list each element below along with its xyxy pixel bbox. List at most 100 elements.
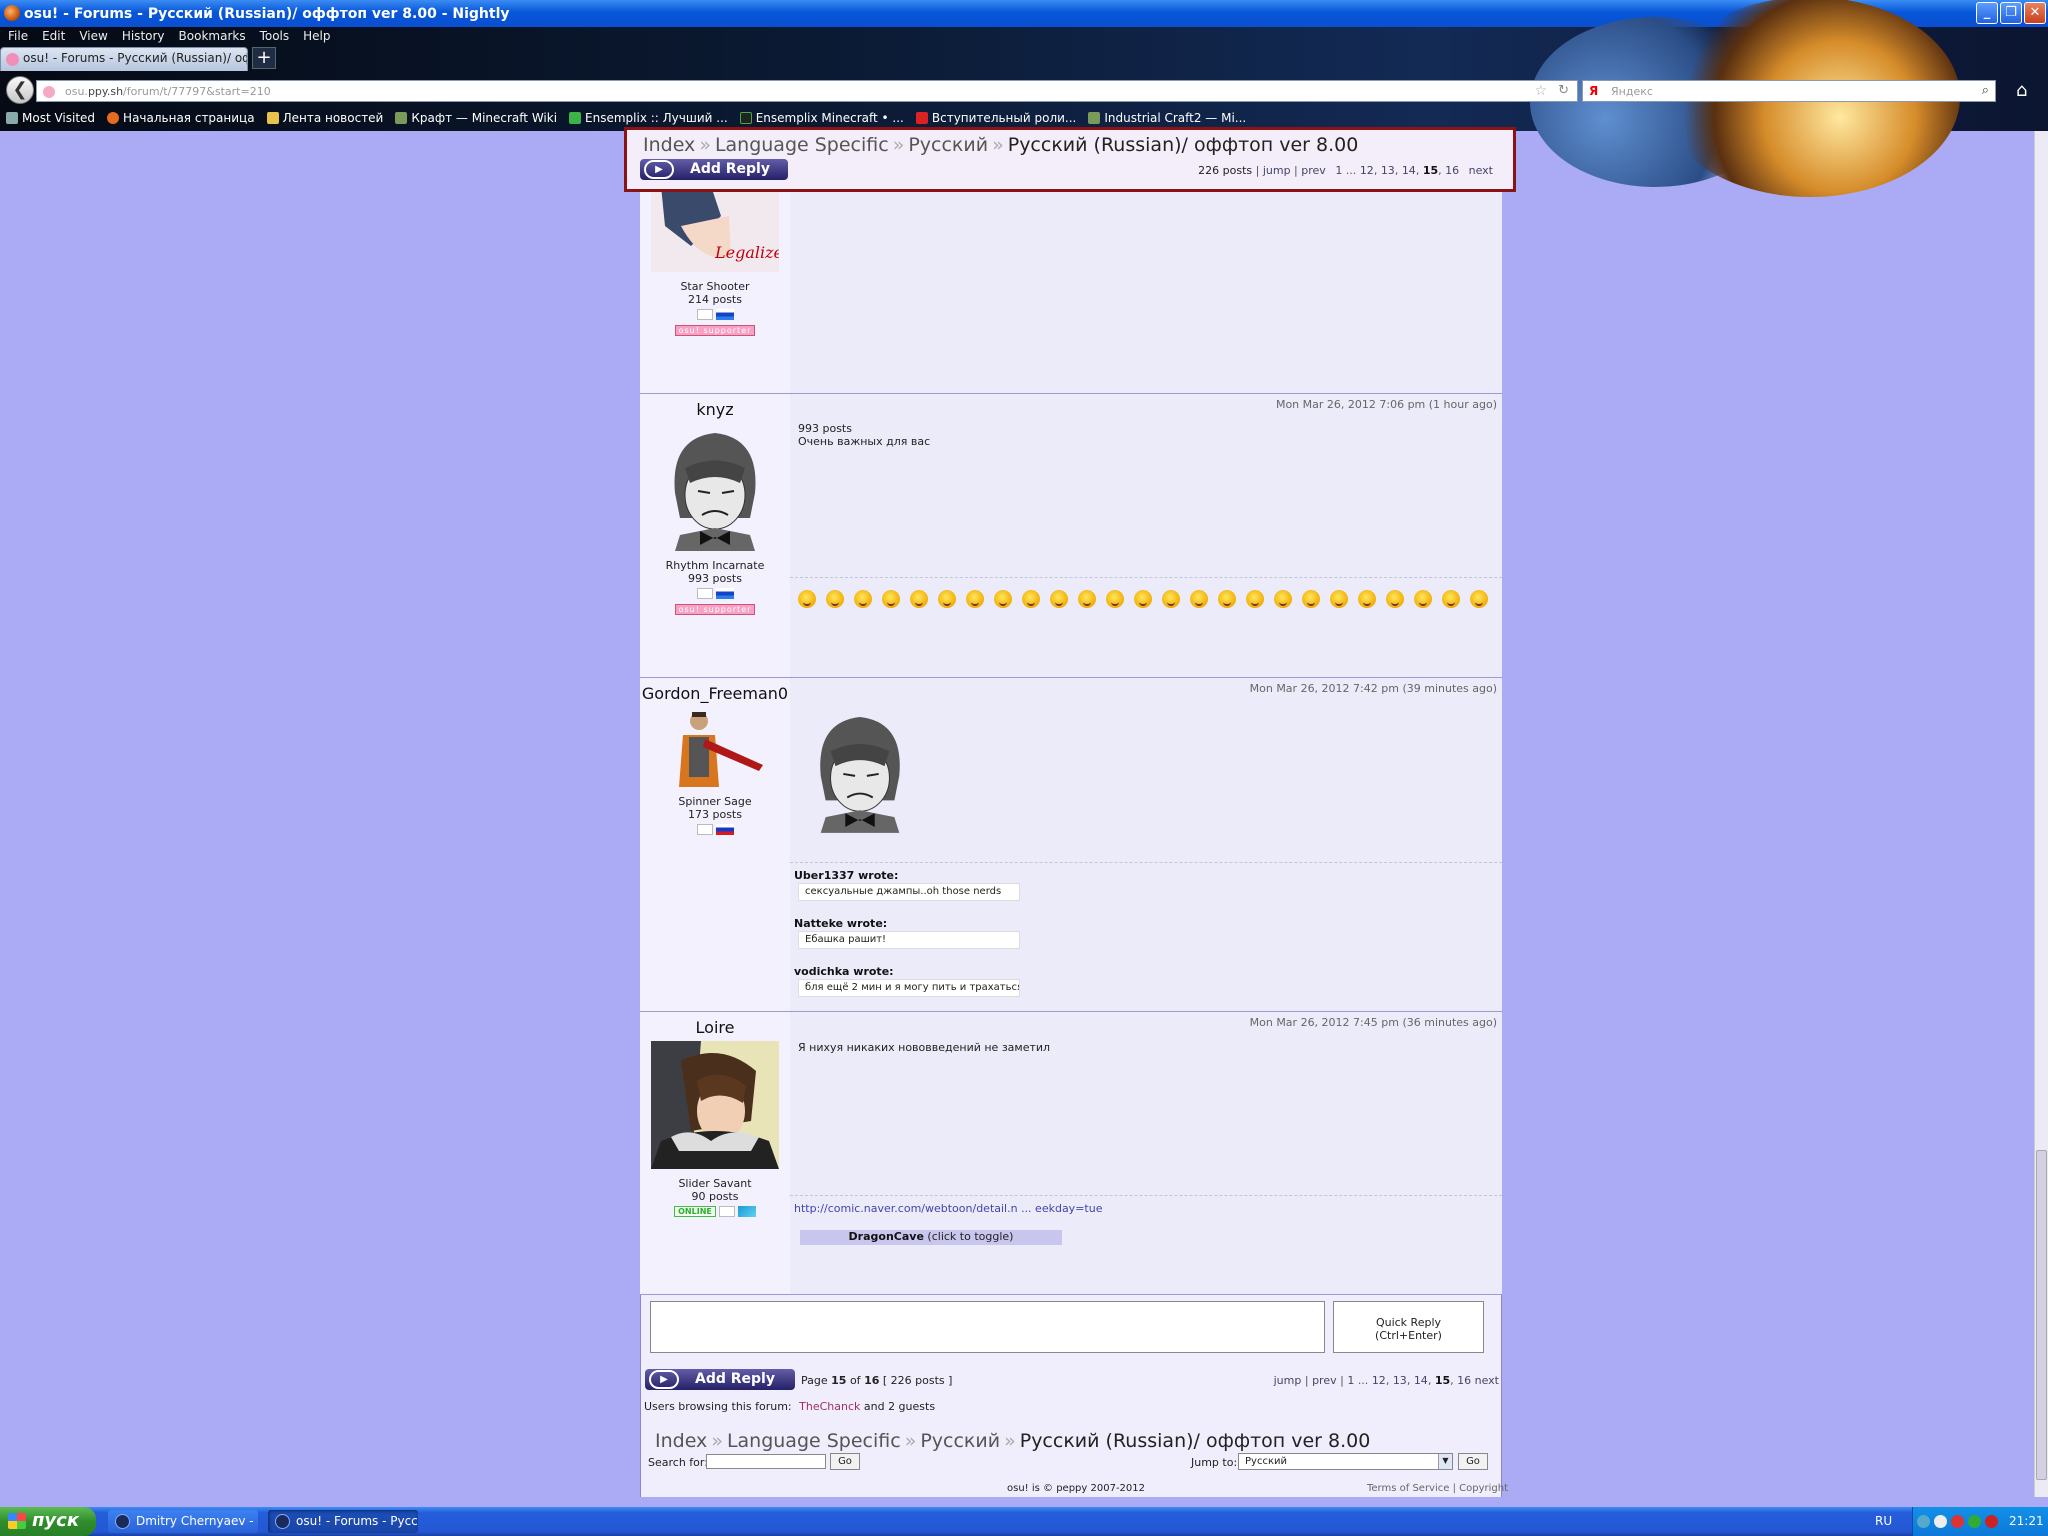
smiley-icon — [966, 590, 984, 608]
site-identity-icon[interactable] — [43, 86, 55, 98]
new-tab-button[interactable]: + — [252, 47, 276, 69]
quick-reply-button[interactable]: Quick Reply (Ctrl+Enter) — [1333, 1301, 1484, 1353]
breadcrumb-language-specific[interactable]: Language Specific — [727, 1430, 901, 1452]
author-name[interactable]: Gordon_Freeman0 — [640, 684, 790, 703]
bookmark-ensemplix[interactable]: Ensemplix :: Лучший ... — [569, 111, 728, 125]
post-timestamp: Mon Mar 26, 2012 7:42 pm (39 minutes ago… — [1249, 682, 1497, 695]
dragoncave-toggle[interactable]: DragonCave (click to toggle) — [800, 1230, 1062, 1245]
home-icon[interactable]: ⌂ — [2016, 80, 2027, 101]
network-icon[interactable] — [1917, 1515, 1930, 1528]
taskbar-item-osu-forums[interactable]: osu! - Forums - Русск... — [268, 1510, 418, 1533]
start-button[interactable]: пуск — [0, 1507, 96, 1536]
pagination-page-13[interactable]: 13 — [1381, 164, 1395, 177]
breadcrumb-russian[interactable]: Русский — [920, 1430, 1000, 1452]
volume-icon[interactable] — [1934, 1515, 1947, 1528]
smiley-icon — [1050, 590, 1068, 608]
pagination-next[interactable]: next — [1475, 1374, 1499, 1387]
bookmark-intro-video[interactable]: Вступительный роли... — [915, 111, 1076, 125]
menu-tools[interactable]: Tools — [260, 29, 290, 43]
pagination-page-14[interactable]: 14 — [1402, 164, 1416, 177]
url-bar[interactable]: osu.ppy.sh/forum/t/77797&start=210 ☆ ↻ — [36, 80, 1578, 102]
breadcrumb-russian[interactable]: Русский — [908, 134, 988, 156]
menu-edit[interactable]: Edit — [42, 29, 65, 43]
author-name[interactable]: knyz — [640, 400, 790, 419]
breadcrumb-topic[interactable]: Русский (Russian)/ оффтоп ver 8.00 — [1008, 134, 1359, 156]
jump-to-select[interactable]: Русский ▼ — [1238, 1453, 1453, 1470]
pagination-page-16[interactable]: 16 — [1457, 1374, 1471, 1387]
mail-icon[interactable] — [718, 1206, 735, 1217]
close-button[interactable]: ✕ — [2024, 2, 2046, 24]
pagination-prev[interactable]: prev — [1312, 1374, 1337, 1387]
menu-view[interactable]: View — [79, 29, 107, 43]
bookmark-start-page[interactable]: Начальная страница — [107, 111, 255, 125]
nightly-icon — [115, 1514, 130, 1529]
quick-reply-shortcut: (Ctrl+Enter) — [1375, 1329, 1442, 1342]
star-icon[interactable]: ☆ — [1534, 83, 1547, 99]
pagination-page-14[interactable]: 14 — [1414, 1374, 1428, 1387]
pagination-page-12[interactable]: 12 — [1360, 164, 1374, 177]
bookmark-minecraft-wiki[interactable]: Крафт — Minecraft Wiki — [395, 111, 557, 125]
quote-author: Natteke wrote: — [794, 917, 888, 930]
browsing-user-link[interactable]: TheChanck — [799, 1400, 860, 1413]
bookmark-news-feed[interactable]: Лента новостей — [266, 111, 383, 125]
menu-file[interactable]: File — [8, 29, 28, 43]
menu-bookmarks[interactable]: Bookmarks — [179, 29, 246, 43]
menu-help[interactable]: Help — [303, 29, 330, 43]
pagination-page-16[interactable]: 16 — [1445, 164, 1459, 177]
utorrent-icon[interactable] — [1968, 1515, 1981, 1528]
breadcrumb-language-specific[interactable]: Language Specific — [715, 134, 889, 156]
smiley-icon — [1330, 590, 1348, 608]
minimize-button[interactable]: _ — [1976, 2, 1998, 24]
flag-icon — [737, 1206, 756, 1217]
scrollbar-thumb[interactable] — [2036, 1150, 2047, 1480]
add-reply-button-top[interactable]: ▶ Add Reply — [640, 159, 788, 180]
bookmark-label: Ensemplix :: Лучший ... — [585, 111, 728, 125]
add-reply-button-bottom[interactable]: ▶ Add Reply — [645, 1369, 795, 1390]
search-go-button[interactable]: Go — [830, 1453, 860, 1470]
back-button[interactable]: ❮ — [6, 76, 34, 104]
language-indicator[interactable]: RU — [1875, 1507, 1892, 1536]
signature-link[interactable]: http://comic.naver.com/webtoon/detail.n … — [794, 1202, 1102, 1215]
pagination-jump[interactable]: jump — [1263, 164, 1291, 177]
pagination-page-1[interactable]: 1 — [1335, 164, 1342, 177]
bookmark-most-visited[interactable]: Most Visited — [6, 111, 95, 125]
terms-link[interactable]: Terms of Service — [1367, 1483, 1449, 1494]
bookmark-ensemplix-minecraft[interactable]: Ensemplix Minecraft • ... — [739, 111, 904, 125]
quick-reply-textarea[interactable] — [650, 1301, 1325, 1353]
mail-icon[interactable] — [696, 824, 713, 835]
copyright-link[interactable]: Copyright — [1459, 1483, 1508, 1494]
jump-go-button[interactable]: Go — [1458, 1453, 1488, 1470]
pagination-page-12[interactable]: 12 — [1372, 1374, 1386, 1387]
forum-search-input[interactable] — [706, 1454, 826, 1469]
pagination-jump[interactable]: jump — [1274, 1374, 1302, 1387]
yandex-icon[interactable]: Я — [1589, 84, 1598, 98]
topic-header-highlight: Index» Language Specific» Русский» Русский … — [624, 127, 1516, 192]
acrobat-icon[interactable] — [1985, 1515, 1998, 1528]
post-body: Mon Mar 26, 2012 7:45 pm (36 minutes ago… — [790, 1012, 1502, 1294]
supporter-badge: osu! supporter — [674, 325, 756, 336]
system-tray: RU 21:21 — [1875, 1507, 2048, 1536]
pagination-page-13[interactable]: 13 — [1393, 1374, 1407, 1387]
maximize-button[interactable]: ❐ — [2000, 2, 2022, 24]
pagination-ellipsis: ... — [1345, 164, 1357, 177]
search-bar[interactable]: Я Яндекс ⌕ — [1582, 80, 1996, 102]
taskbar-item-nightly-chat[interactable]: Dmitry Chernyaev - N... — [108, 1510, 258, 1533]
menu-history[interactable]: History — [122, 29, 165, 43]
pagination-next[interactable]: next — [1469, 164, 1493, 177]
clock[interactable]: 21:21 — [2009, 1507, 2044, 1536]
smiley-icon — [1274, 590, 1292, 608]
author-name[interactable]: Loire — [640, 1018, 790, 1037]
breadcrumb-topic[interactable]: Русский (Russian)/ оффтоп ver 8.00 — [1020, 1430, 1371, 1452]
reload-icon[interactable]: ↻ — [1558, 83, 1569, 98]
pagination-page-1[interactable]: 1 — [1347, 1374, 1354, 1387]
tab-osu-forums[interactable]: osu! - Forums - Русский (Russian)/ оффто… — [0, 47, 248, 71]
bookmark-industrial-craft[interactable]: Industrial Craft2 — Mi... — [1088, 111, 1246, 125]
smiley-icon — [854, 590, 872, 608]
mail-icon[interactable] — [696, 309, 713, 320]
breadcrumb-index[interactable]: Index — [655, 1430, 707, 1452]
pagination-prev[interactable]: prev — [1301, 164, 1326, 177]
search-icon[interactable]: ⌕ — [1982, 83, 1989, 98]
antivirus-icon[interactable] — [1951, 1515, 1964, 1528]
breadcrumb-index[interactable]: Index — [643, 134, 695, 156]
mail-icon[interactable] — [696, 588, 713, 599]
